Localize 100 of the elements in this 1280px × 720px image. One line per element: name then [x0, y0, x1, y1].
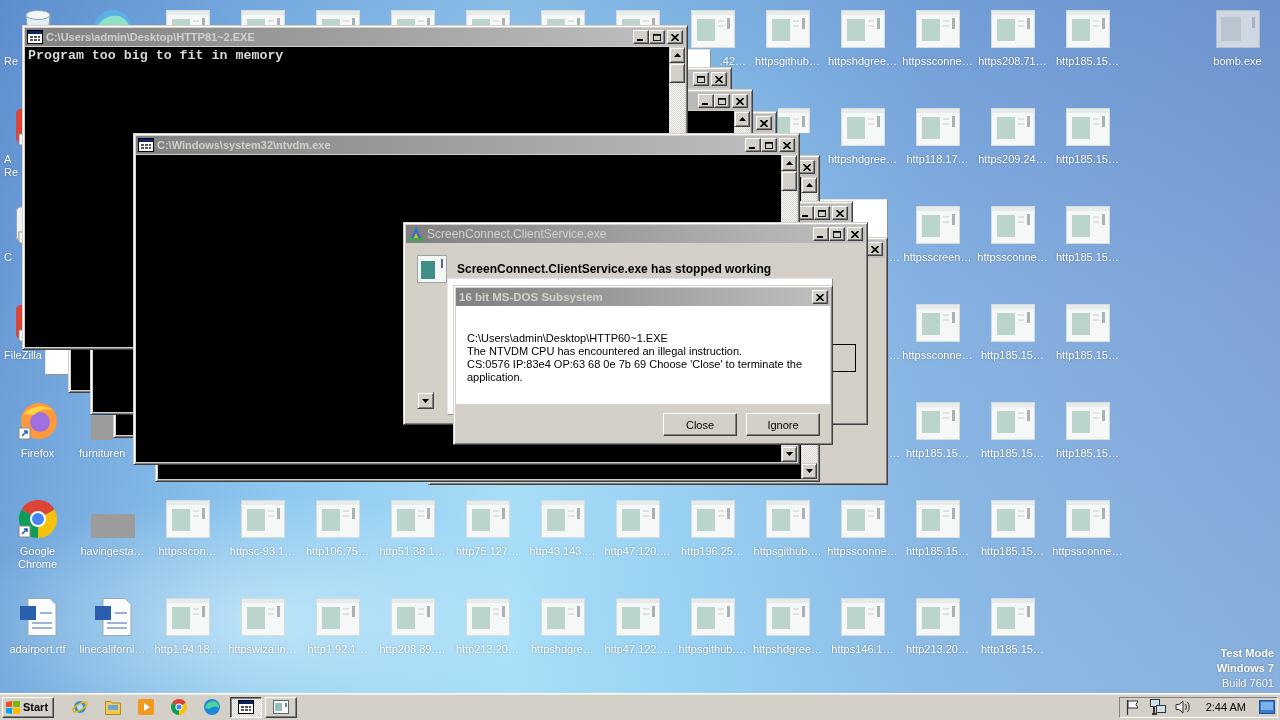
icon-label[interactable]: http213.20…: [906, 643, 969, 656]
file-thumbnail-icon[interactable]: [540, 500, 585, 538]
icon-label[interactable]: furnituren: [79, 447, 126, 460]
speaker-icon[interactable]: [1174, 699, 1191, 715]
icon-label[interactable]: http106.75…: [306, 545, 369, 558]
icon-label[interactable]: …: [889, 251, 900, 264]
maximize-button[interactable]: [829, 227, 845, 241]
icon-label[interactable]: httpshdgree…: [827, 153, 898, 166]
icon-label[interactable]: Re: [4, 55, 19, 68]
file-thumbnail-icon[interactable]: [465, 598, 510, 636]
file-thumbnail-icon[interactable]: [915, 304, 960, 342]
icon-label[interactable]: A Re: [4, 153, 19, 179]
scroll-down-button[interactable]: [801, 463, 817, 479]
icon-label[interactable]: httpsgithub…: [755, 55, 820, 68]
maximize-button[interactable]: [649, 30, 665, 44]
icon-label[interactable]: httpssconne…: [902, 55, 973, 68]
icon-label[interactable]: http185.15…: [1056, 55, 1119, 68]
icon-label[interactable]: http47.122.…: [604, 643, 671, 656]
close-button[interactable]: [732, 94, 748, 108]
swirl-icon[interactable]: [204, 699, 220, 715]
file-thumbnail-icon[interactable]: [315, 500, 360, 538]
file-thumbnail-icon[interactable]: [240, 598, 285, 636]
file-thumbnail-icon[interactable]: [915, 500, 960, 538]
icon-label[interactable]: http1.92.1…: [307, 643, 368, 656]
file-thumbnail-icon[interactable]: [990, 598, 1035, 636]
close-button[interactable]: [667, 30, 683, 44]
icon-label[interactable]: http43.143.…: [529, 545, 596, 558]
icon-label[interactable]: https209.24…: [978, 153, 1047, 166]
start-button[interactable]: Start: [2, 696, 54, 718]
icon-label[interactable]: http51.38.1…: [379, 545, 446, 558]
close-button[interactable]: [756, 116, 772, 130]
icon-label[interactable]: adairport.rtf: [9, 643, 66, 656]
icon-label[interactable]: havingesta…: [80, 545, 145, 558]
media-player-icon[interactable]: [138, 699, 154, 715]
icon-label[interactable]: C: [4, 251, 12, 264]
file-thumbnail-icon[interactable]: [240, 10, 285, 25]
file-thumbnail-icon[interactable]: [915, 402, 960, 440]
file-thumbnail-icon[interactable]: [1065, 108, 1110, 146]
icon-label[interactable]: http47.120.…: [604, 545, 671, 558]
browser-icon[interactable]: [72, 699, 88, 715]
program-icon[interactable]: [1215, 10, 1260, 48]
icon-label[interactable]: http185.15…: [981, 545, 1044, 558]
icon-label[interactable]: httpshdgre…: [531, 643, 594, 656]
action-button[interactable]: [832, 344, 856, 372]
clock[interactable]: 2:44 AM: [1205, 701, 1246, 713]
scroll-up-button[interactable]: [801, 177, 817, 193]
file-thumbnail-icon[interactable]: [615, 10, 660, 25]
chrome-icon[interactable]: [171, 699, 187, 715]
flag-icon[interactable]: [1124, 699, 1141, 715]
chrome-icon[interactable]: [15, 500, 60, 538]
icon-label[interactable]: httpsgithub.…: [678, 643, 747, 656]
icon-label[interactable]: https208.71…: [978, 55, 1047, 68]
close-button[interactable]: [847, 227, 863, 241]
file-thumbnail-icon[interactable]: [990, 500, 1035, 538]
network-icon[interactable]: [1149, 699, 1166, 715]
file-thumbnail-icon[interactable]: [915, 206, 960, 244]
firefox-icon[interactable]: [15, 402, 60, 440]
icon-label[interactable]: httpssconne…: [977, 251, 1048, 264]
file-thumbnail-icon[interactable]: [1065, 206, 1110, 244]
icon-label[interactable]: https146.1…: [831, 643, 894, 656]
file-thumbnail-icon[interactable]: [765, 500, 810, 538]
icon-label[interactable]: FileZilla: [4, 349, 42, 362]
icon-label[interactable]: httpshdgree…: [827, 55, 898, 68]
file-thumbnail-icon[interactable]: [690, 500, 735, 538]
minimize-button[interactable]: [633, 30, 649, 44]
file-thumbnail-icon[interactable]: [915, 10, 960, 48]
icon-label[interactable]: http185.15…: [906, 447, 969, 460]
icon-label[interactable]: Google Chrome: [1, 545, 74, 571]
icon-label[interactable]: linecaliforni…: [79, 643, 146, 656]
file-thumbnail-icon[interactable]: [915, 108, 960, 146]
icon-label[interactable]: http196.25…: [681, 545, 744, 558]
file-thumbnail-icon[interactable]: [765, 10, 810, 48]
icon-label[interactable]: http185.15…: [1056, 153, 1119, 166]
icon-label[interactable]: httpsc-93.1…: [229, 545, 296, 558]
show-desktop-icon[interactable]: [1259, 700, 1275, 714]
icon-label[interactable]: http75.127…: [456, 545, 519, 558]
icon-label[interactable]: http185.15…: [906, 545, 969, 558]
icon-label[interactable]: http185.15…: [1056, 251, 1119, 264]
minimize-button[interactable]: [698, 94, 714, 108]
file-thumbnail-icon[interactable]: [165, 500, 210, 538]
file-thumbnail-icon[interactable]: [540, 10, 585, 25]
icon-label[interactable]: http185.15…: [1056, 349, 1119, 362]
file-thumbnail-icon[interactable]: [777, 108, 810, 133]
file-thumbnail-icon[interactable]: [990, 108, 1035, 146]
file-thumbnail-icon[interactable]: [690, 598, 735, 636]
file-thumbnail-icon[interactable]: [315, 10, 360, 25]
icon-label[interactable]: http1.94.18…: [154, 643, 221, 656]
close-button[interactable]: [832, 206, 848, 220]
icon-label[interactable]: …: [889, 447, 900, 460]
file-thumbnail-icon[interactable]: [465, 10, 510, 25]
icon-label[interactable]: httpsscreen…: [903, 251, 972, 264]
file-thumbnail-icon[interactable]: [990, 10, 1035, 48]
minimize-button[interactable]: [813, 227, 829, 241]
file-thumbnail-icon[interactable]: [540, 598, 585, 636]
icon-label[interactable]: bomb.exe: [1213, 55, 1262, 68]
maximize-button[interactable]: [714, 94, 730, 108]
icon-label[interactable]: httpsscon…: [158, 545, 217, 558]
close-button[interactable]: [779, 138, 795, 152]
icon-label[interactable]: http213.20…: [456, 643, 519, 656]
details-toggle-button[interactable]: [417, 392, 434, 409]
